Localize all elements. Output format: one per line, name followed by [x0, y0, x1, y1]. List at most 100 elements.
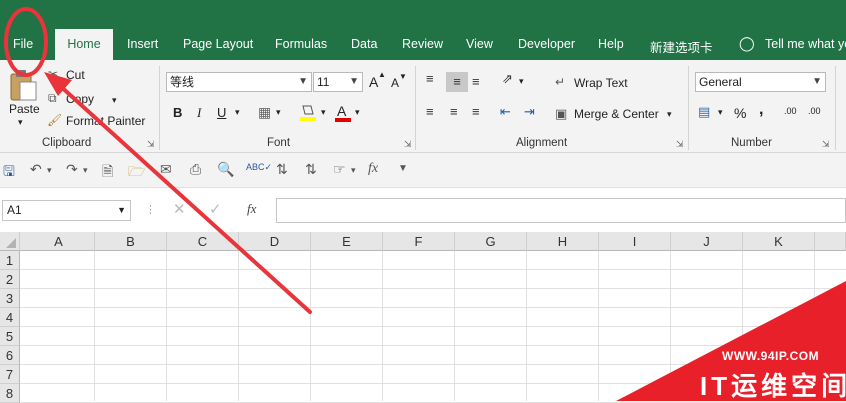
align-bottom-icon[interactable]: ≡	[472, 74, 480, 89]
increase-decimal-button[interactable]: .00	[784, 106, 797, 116]
tab-home[interactable]: Home	[55, 29, 113, 60]
column-header-a[interactable]: A	[23, 232, 95, 251]
font-color-icon[interactable]: A	[334, 102, 352, 124]
borders-icon[interactable]: ▦	[258, 104, 271, 121]
tab-page-layout[interactable]: Page Layout	[183, 37, 253, 51]
merge-center-button[interactable]: Merge & Center	[574, 107, 659, 121]
align-middle-icon[interactable]: ≡	[446, 72, 468, 92]
formula-input[interactable]	[276, 198, 846, 223]
sort-descending-icon[interactable]: ⇅	[305, 161, 317, 178]
number-format-combo[interactable]: General ▼	[695, 72, 826, 92]
number-launcher-icon[interactable]: ⇲	[822, 139, 830, 150]
row-header-4[interactable]: 4	[0, 308, 20, 327]
spelling-icon[interactable]: ABC✓	[246, 162, 272, 173]
font-size-combo[interactable]: 11 ▼	[313, 72, 363, 92]
column-header-k[interactable]: K	[743, 232, 815, 251]
chevron-down-icon[interactable]: ▼	[117, 201, 126, 220]
touch-dropdown-icon[interactable]: ▾	[351, 165, 356, 176]
row-header-1[interactable]: 1	[0, 251, 20, 270]
paste-dropdown-icon[interactable]: ▾	[18, 117, 23, 128]
bold-button[interactable]: B	[173, 105, 182, 120]
font-color-dropdown-icon[interactable]: ▾	[355, 107, 360, 118]
percent-style-button[interactable]: %	[734, 105, 746, 121]
tab-help[interactable]: Help	[598, 37, 624, 51]
column-header-g[interactable]: G	[455, 232, 527, 251]
increase-font-size-button[interactable]: A	[369, 74, 378, 90]
sort-ascending-icon[interactable]: ⇅	[276, 161, 288, 178]
align-left-icon[interactable]: ≡	[426, 104, 434, 119]
merge-dropdown-icon[interactable]: ▾	[667, 109, 672, 120]
column-header-d[interactable]: D	[239, 232, 311, 251]
confirm-entry-icon[interactable]: ✓	[209, 200, 222, 218]
row-header-5[interactable]: 5	[0, 327, 20, 346]
borders-dropdown-icon[interactable]: ▾	[276, 107, 281, 118]
orientation-dropdown-icon[interactable]: ▾	[519, 76, 524, 87]
alignment-launcher-icon[interactable]: ⇲	[676, 139, 684, 150]
font-name-combo[interactable]: 等线 ▼	[166, 72, 312, 92]
tab-review[interactable]: Review	[402, 37, 443, 51]
font-launcher-icon[interactable]: ⇲	[404, 139, 412, 150]
insert-function-icon[interactable]: fx	[368, 161, 378, 177]
tab-new-tab[interactable]: 新建选项卡	[650, 37, 713, 56]
decrease-font-size-button[interactable]: A	[391, 76, 399, 90]
increase-indent-icon[interactable]: ⇥	[524, 104, 535, 120]
column-header-e[interactable]: E	[311, 232, 383, 251]
row-header-6[interactable]: 6	[0, 346, 20, 365]
undo-icon[interactable]: ↶	[30, 161, 42, 178]
quick-print-icon[interactable]: ⎙	[190, 161, 201, 178]
copy-dropdown-icon[interactable]: ▾	[112, 95, 117, 106]
italic-button[interactable]: I	[197, 105, 201, 121]
paste-icon[interactable]	[8, 68, 38, 102]
column-header-i[interactable]: I	[599, 232, 671, 251]
select-all-corner[interactable]	[0, 232, 20, 251]
row-header-7[interactable]: 7	[0, 365, 20, 384]
tell-me-search[interactable]: Tell me what yo	[765, 37, 846, 51]
column-header-f[interactable]: F	[383, 232, 455, 251]
open-folder-icon[interactable]: 🗁	[128, 161, 145, 185]
column-header-b[interactable]: B	[95, 232, 167, 251]
email-icon[interactable]: ✉	[160, 161, 172, 178]
undo-dropdown-icon[interactable]: ▾	[47, 165, 52, 176]
clipboard-launcher-icon[interactable]: ⇲	[147, 139, 155, 150]
row-header-2[interactable]: 2	[0, 270, 20, 289]
column-header-h[interactable]: H	[527, 232, 599, 251]
tab-data[interactable]: Data	[351, 37, 377, 51]
paste-button-label[interactable]: Paste	[9, 102, 40, 116]
touch-mode-icon[interactable]: ☞	[333, 161, 346, 178]
print-preview-icon[interactable]: 🔍	[217, 161, 234, 178]
redo-icon[interactable]: ↷	[66, 161, 78, 178]
column-header-c[interactable]: C	[167, 232, 239, 251]
fill-color-icon[interactable]	[299, 103, 317, 123]
align-top-icon[interactable]: ≡	[426, 71, 434, 86]
redo-dropdown-icon[interactable]: ▾	[83, 165, 88, 176]
row-header-3[interactable]: 3	[0, 289, 20, 308]
decrease-indent-icon[interactable]: ⇤	[500, 104, 511, 120]
tab-formulas[interactable]: Formulas	[275, 37, 327, 51]
save-icon[interactable]: 🖫	[3, 161, 15, 185]
align-right-icon[interactable]: ≡	[472, 104, 480, 119]
row-header-8[interactable]: 8	[0, 384, 20, 403]
tab-developer[interactable]: Developer	[518, 37, 575, 51]
accounting-format-icon[interactable]: ▤	[698, 104, 710, 120]
tab-view[interactable]: View	[466, 37, 493, 51]
cut-button[interactable]: Cut	[66, 68, 85, 82]
wrap-text-button[interactable]: Wrap Text	[574, 76, 628, 90]
tab-insert[interactable]: Insert	[127, 37, 158, 51]
accounting-dropdown-icon[interactable]: ▾	[718, 107, 723, 118]
decrease-decimal-button[interactable]: .00	[808, 106, 821, 116]
insert-function-button[interactable]: fx	[247, 201, 256, 217]
comma-style-button[interactable]: ,	[759, 101, 763, 119]
tab-file[interactable]: File	[13, 37, 33, 51]
orientation-icon[interactable]: ⇗	[502, 71, 513, 87]
underline-dropdown-icon[interactable]: ▾	[235, 107, 240, 118]
column-header-j[interactable]: J	[671, 232, 743, 251]
chevron-down-icon[interactable]: ▼	[298, 73, 308, 91]
format-painter-button[interactable]: Format Painter	[66, 114, 145, 128]
name-box[interactable]: A1 ▼	[2, 200, 131, 221]
customize-qat-icon[interactable]: ▼	[398, 163, 408, 174]
underline-button[interactable]: U	[217, 105, 226, 120]
copy-button[interactable]: Copy	[66, 92, 94, 106]
align-center-icon[interactable]: ≡	[450, 104, 458, 119]
chevron-down-icon[interactable]: ▼	[812, 73, 822, 91]
new-file-icon[interactable]: 🗎	[102, 161, 113, 185]
